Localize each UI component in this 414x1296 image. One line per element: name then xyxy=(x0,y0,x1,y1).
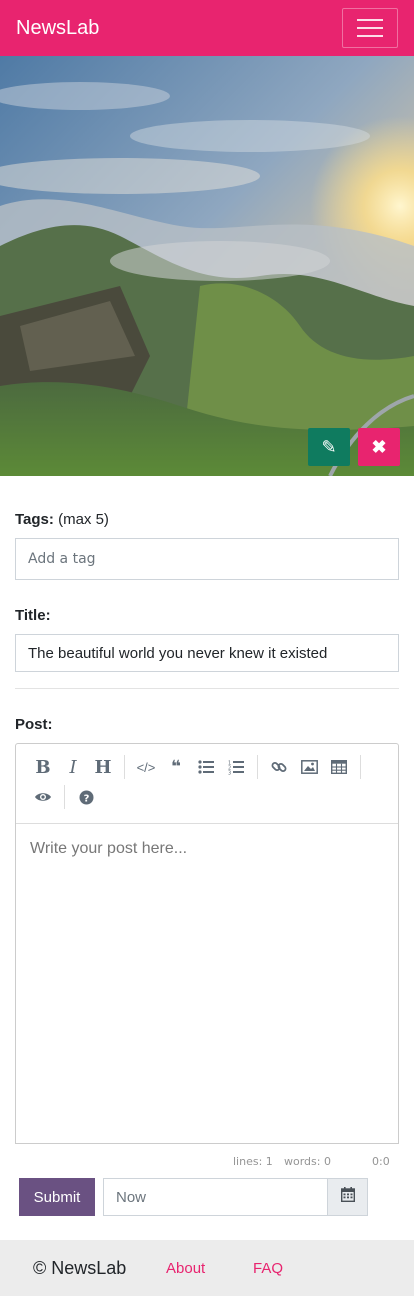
tags-label: Tags: (max 5) xyxy=(15,511,109,528)
code-icon[interactable]: </> xyxy=(131,754,161,780)
quote-icon[interactable]: ❝ xyxy=(161,754,191,780)
divider xyxy=(15,688,399,689)
toolbar-separator xyxy=(124,755,125,779)
close-icon: ✖ xyxy=(371,436,387,457)
heading-icon[interactable]: H xyxy=(88,754,118,780)
cover-image: ✎ ✖ xyxy=(0,56,414,476)
toolbar-separator xyxy=(64,785,65,809)
calendar-button[interactable] xyxy=(327,1178,368,1216)
svg-text:3: 3 xyxy=(228,770,231,775)
svg-text:?: ? xyxy=(83,793,89,804)
table-icon[interactable] xyxy=(324,754,354,780)
toolbar-separator xyxy=(257,755,258,779)
bold-icon[interactable]: B xyxy=(28,754,58,780)
italic-icon[interactable]: I xyxy=(58,754,88,780)
post-textarea[interactable]: Write your post here... xyxy=(16,824,398,874)
navbar: NewsLab xyxy=(0,0,414,56)
footer-link-about[interactable]: About xyxy=(166,1260,205,1277)
toolbar-separator xyxy=(360,755,361,779)
tags-input[interactable]: Add a tag xyxy=(15,538,399,580)
title-label: Title: xyxy=(15,607,51,624)
footer: © NewsLab About FAQ xyxy=(0,1240,414,1296)
preview-icon[interactable] xyxy=(28,784,58,810)
hamburger-icon xyxy=(357,19,383,21)
pencil-icon: ✎ xyxy=(321,436,337,457)
words-count: words: 0 xyxy=(284,1155,331,1168)
lines-count: lines: 1 xyxy=(233,1155,273,1168)
editor-toolbar: B I H </> ❝ 123 ? xyxy=(16,744,398,824)
unordered-list-icon[interactable] xyxy=(191,754,221,780)
image-icon[interactable] xyxy=(294,754,324,780)
footer-copyright: © NewsLab xyxy=(33,1257,127,1278)
markdown-editor: B I H </> ❝ 123 ? Write your post here..… xyxy=(15,743,399,1144)
help-icon[interactable]: ? xyxy=(71,784,101,810)
brand-logo[interactable]: NewsLab xyxy=(16,17,99,40)
title-input[interactable]: The beautiful world you never knew it ex… xyxy=(15,634,399,672)
link-icon[interactable] xyxy=(264,754,294,780)
edit-image-button[interactable]: ✎ xyxy=(308,428,350,466)
ordered-list-icon[interactable]: 123 xyxy=(221,754,251,780)
footer-link-faq[interactable]: FAQ xyxy=(253,1260,283,1277)
submit-button[interactable]: Submit xyxy=(19,1178,95,1216)
calendar-icon xyxy=(340,1187,355,1207)
post-label: Post: xyxy=(15,716,53,733)
publish-date-input[interactable]: Now xyxy=(103,1178,328,1216)
cursor-position: 0:0 xyxy=(372,1155,390,1168)
menu-toggle-button[interactable] xyxy=(342,8,398,48)
remove-image-button[interactable]: ✖ xyxy=(358,428,400,466)
